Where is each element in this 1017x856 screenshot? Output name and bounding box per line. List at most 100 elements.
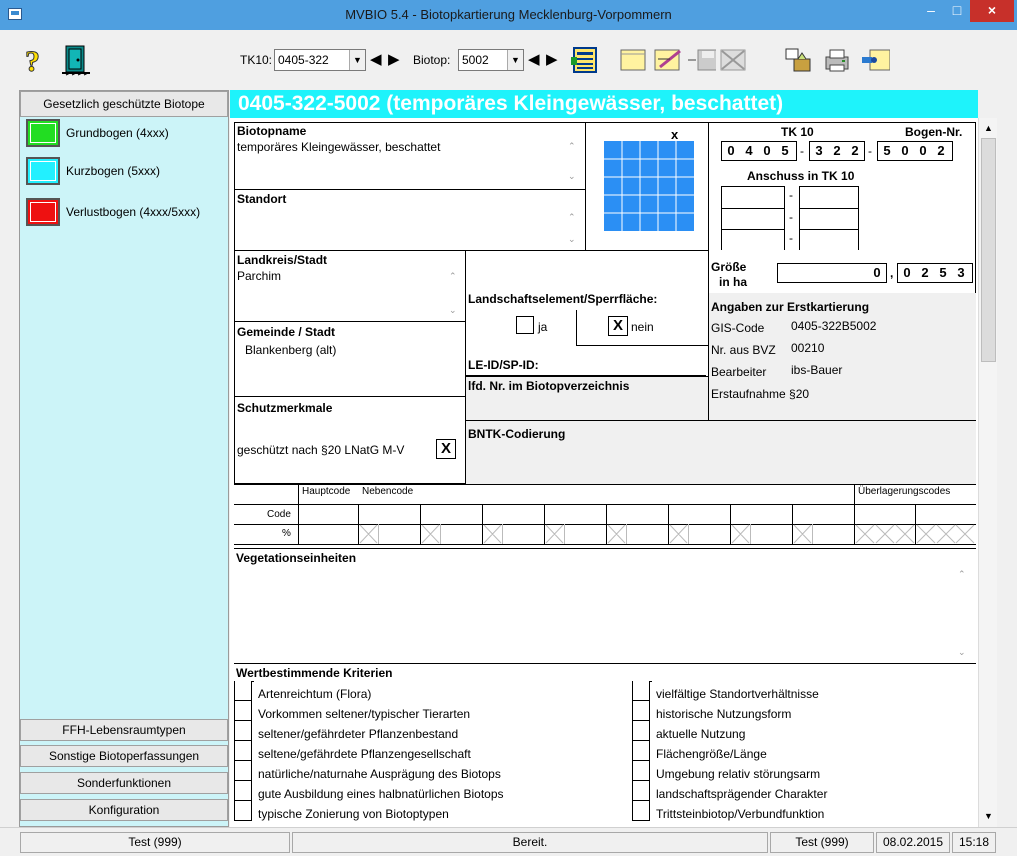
dash: - xyxy=(800,144,804,158)
code-grid[interactable] xyxy=(234,484,976,550)
code-table: Hauptcode Nebencode Überlagerungscodes C… xyxy=(234,484,976,550)
vertical-scrollbar[interactable]: ▲ ▼ xyxy=(978,118,997,827)
criterion-checkbox[interactable] xyxy=(234,781,252,801)
gemeinde-value[interactable]: Blankenberg (alt) xyxy=(245,343,336,357)
criterion-checkbox[interactable] xyxy=(234,801,252,821)
minimize-button[interactable]: – xyxy=(918,0,944,22)
vegetation-section[interactable]: Vegetationseinheiten ⌃ ⌄ xyxy=(234,548,976,664)
anschuss-field[interactable] xyxy=(799,229,859,251)
groesse-dec-field[interactable]: 0 2 5 3 xyxy=(897,263,973,283)
biotop-label: Biotop: xyxy=(413,53,451,67)
gemeinde-section[interactable]: Gemeinde / Stadt Blankenberg (alt) xyxy=(234,321,466,397)
close-button[interactable]: × xyxy=(970,0,1014,22)
sonstige-button[interactable]: Sonstige Biotoperfassungen xyxy=(20,745,228,767)
digit: 2 xyxy=(833,143,841,158)
scroll-up-icon[interactable]: ⌃ xyxy=(449,271,457,282)
edit-record-icon[interactable] xyxy=(652,45,682,75)
landschaft-label: Landschaftselement/Sperrfläche: xyxy=(468,292,658,306)
location-grid[interactable] xyxy=(604,141,694,231)
scroll-down-icon[interactable]: ⌄ xyxy=(568,234,576,245)
status-user-left: Test (999) xyxy=(20,832,290,853)
criterion-checkbox[interactable] xyxy=(632,801,650,821)
maximize-button[interactable]: □ xyxy=(944,0,970,22)
dash: - xyxy=(789,231,793,245)
status-bar: Test (999) Bereit. Test (999) 08.02.2015… xyxy=(0,827,1017,856)
schutz-checkbox[interactable]: X xyxy=(436,439,456,459)
bntk-section: BNTK-Codierung xyxy=(466,420,976,484)
biotopname-section[interactable]: Biotopname temporäres Kleingewässer, bes… xyxy=(234,122,586,190)
scroll-up-icon[interactable]: ⌃ xyxy=(568,141,576,152)
scroll-up-icon[interactable]: ⌃ xyxy=(568,212,576,223)
criterion-checkbox[interactable] xyxy=(632,761,650,781)
scrollbar-thumb[interactable] xyxy=(981,138,996,362)
criterion-checkbox[interactable] xyxy=(234,741,252,761)
scroll-up-arrow-icon[interactable]: ▲ xyxy=(981,120,996,136)
panel-header-protected-biotopes[interactable]: Gesetzlich geschützte Biotope xyxy=(20,91,228,117)
tk10-prev-icon[interactable]: ◀ xyxy=(370,52,382,67)
export-icon[interactable] xyxy=(784,45,814,75)
anschuss-field[interactable] xyxy=(799,186,859,209)
tk10-part1[interactable]: 0 4 0 5 xyxy=(721,141,797,161)
ja-checkbox[interactable] xyxy=(516,316,534,334)
save-icon[interactable] xyxy=(686,45,716,75)
criterion-checkbox[interactable] xyxy=(632,741,650,761)
delete-record-icon[interactable] xyxy=(718,45,748,75)
lfd-label: lfd. Nr. im Biotopverzeichnis xyxy=(468,379,630,393)
status-date: 08.02.2015 xyxy=(876,832,950,853)
new-record-icon[interactable] xyxy=(618,45,648,75)
landkreis-section[interactable]: Landkreis/Stadt Parchim ⌃ ⌄ xyxy=(234,250,466,322)
scroll-down-icon[interactable]: ⌄ xyxy=(449,305,457,316)
tk10-part2[interactable]: 3 2 2 xyxy=(809,141,865,161)
chevron-down-icon[interactable]: ▼ xyxy=(507,50,523,70)
criterion-checkbox[interactable] xyxy=(234,701,252,721)
link-icon[interactable] xyxy=(860,45,890,75)
standort-section[interactable]: Standort ⌃ ⌄ xyxy=(234,189,586,251)
biotop-prev-icon[interactable]: ◀ xyxy=(528,52,540,67)
groesse-int-field[interactable]: 0 xyxy=(777,263,887,283)
anschuss-field[interactable] xyxy=(721,186,785,209)
scroll-down-icon[interactable]: ⌄ xyxy=(568,171,576,182)
chevron-down-icon[interactable]: ▼ xyxy=(349,50,365,70)
cyan-swatch-icon xyxy=(26,157,60,185)
help-icon[interactable]: ? xyxy=(22,44,44,77)
criterion-checkbox[interactable] xyxy=(632,701,650,721)
biotop-select[interactable]: 5002 ▼ xyxy=(458,49,524,71)
criterion-checkbox[interactable] xyxy=(632,721,650,741)
table-form-icon[interactable] xyxy=(570,45,600,75)
criterion-checkbox[interactable] xyxy=(234,681,252,701)
biotopname-value[interactable]: temporäres Kleingewässer, beschattet xyxy=(237,140,440,154)
tk10-select[interactable]: 0405-322 ▼ xyxy=(274,49,366,71)
gis-label: GIS-Code xyxy=(711,321,765,335)
exit-door-icon[interactable] xyxy=(58,44,94,76)
scroll-up-icon[interactable]: ⌃ xyxy=(958,569,966,580)
scroll-down-arrow-icon[interactable]: ▼ xyxy=(981,808,996,824)
sonderfunktionen-button[interactable]: Sonderfunktionen xyxy=(20,772,228,794)
criterion-checkbox[interactable] xyxy=(632,781,650,801)
erstkartierung-section: Angaben zur Erstkartierung GIS-Code 0405… xyxy=(708,293,976,421)
anschuss-field[interactable] xyxy=(799,208,859,230)
standort-label: Standort xyxy=(237,192,287,206)
anschuss-field[interactable] xyxy=(721,229,785,251)
anschuss-field[interactable] xyxy=(721,208,785,230)
ffh-button[interactable]: FFH-Lebensraumtypen xyxy=(20,719,228,741)
digit: 2 xyxy=(921,265,929,280)
print-icon[interactable] xyxy=(822,45,852,75)
grid-close-icon[interactable]: x xyxy=(671,127,678,142)
criterion-label: gute Ausbildung eines halbnatürlichen Bi… xyxy=(258,787,504,801)
biotop-next-icon[interactable]: ▶ xyxy=(546,52,558,67)
grundbogen-label: Grundbogen (4xxx) xyxy=(66,126,169,140)
bogen-header: Bogen-Nr. xyxy=(905,125,963,139)
bogen-number[interactable]: 5 0 0 2 xyxy=(877,141,953,161)
landkreis-value[interactable]: Parchim xyxy=(237,269,281,283)
red-swatch-icon xyxy=(26,198,60,226)
konfiguration-button[interactable]: Konfiguration xyxy=(20,799,228,821)
landschaft-section: Landschaftselement/Sperrfläche: ja X nei… xyxy=(466,292,708,346)
criterion-checkbox[interactable] xyxy=(234,761,252,781)
scroll-down-icon[interactable]: ⌄ xyxy=(958,647,966,658)
nein-checkbox[interactable]: X xyxy=(608,316,628,336)
anschuss-label: Anschuss in TK 10 xyxy=(747,169,855,183)
criterion-checkbox[interactable] xyxy=(632,681,650,701)
criterion-checkbox[interactable] xyxy=(234,721,252,741)
tk10-next-icon[interactable]: ▶ xyxy=(388,52,400,67)
erst-label: Angaben zur Erstkartierung xyxy=(711,300,870,314)
